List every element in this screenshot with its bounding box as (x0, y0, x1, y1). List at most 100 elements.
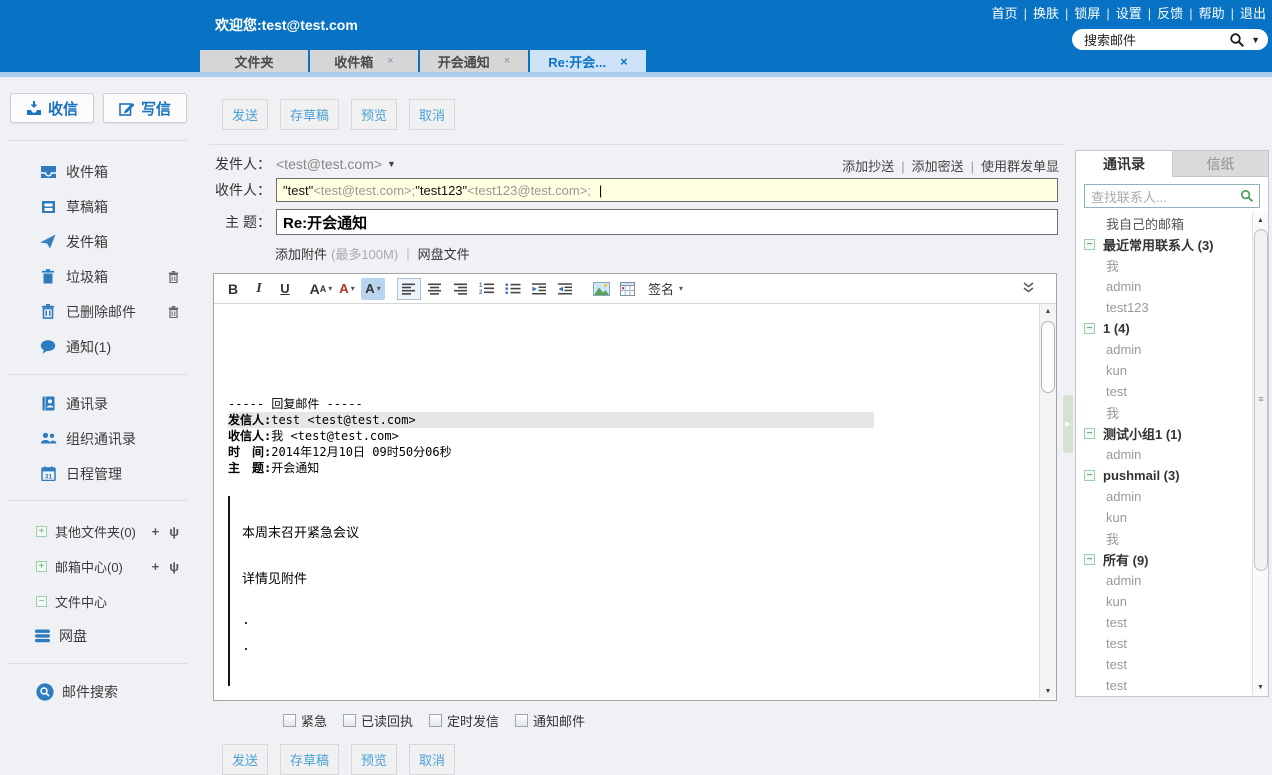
close-icon[interactable]: × (387, 55, 393, 67)
indent-button[interactable] (527, 278, 551, 300)
scheduled-send-checkbox[interactable]: 定时发信 (429, 711, 499, 730)
contact-item[interactable]: admin (1076, 486, 1268, 507)
scrollbar-thumb[interactable]: ≡ (1254, 229, 1268, 571)
outdent-button[interactable] (553, 278, 577, 300)
cancel-button[interactable]: 取消 (409, 744, 456, 775)
font-color-button[interactable]: A ▾ (335, 278, 359, 300)
contact-own-mailbox[interactable]: 我自己的邮箱 (1076, 213, 1268, 234)
add-attachment-link[interactable]: 添加附件 (275, 244, 327, 263)
search-icon[interactable] (1240, 189, 1254, 203)
nav-home[interactable]: 首页 (992, 6, 1033, 21)
collapse-minus-icon[interactable]: − (1084, 470, 1095, 481)
contact-group[interactable]: −1 (4) (1076, 318, 1268, 339)
insert-image-button[interactable] (589, 278, 613, 300)
expand-plus-icon[interactable]: + (36, 561, 47, 572)
collapse-minus-icon[interactable]: − (1084, 239, 1095, 250)
contact-item[interactable]: test (1076, 381, 1268, 402)
nav-skin[interactable]: 换肤 (1033, 6, 1074, 21)
contact-item[interactable]: admin (1076, 570, 1268, 591)
add-folder-icon[interactable]: + (152, 559, 160, 574)
scroll-down-icon[interactable]: ▼ (1253, 680, 1268, 695)
scrollbar-thumb[interactable] (1041, 321, 1055, 393)
contact-group[interactable]: − pushmail (3) (1076, 465, 1268, 486)
tab-meeting-notice[interactable]: 开会通知 × (420, 50, 528, 72)
search-dropdown-icon[interactable]: ▼ (1251, 35, 1260, 45)
contact-item[interactable]: kun (1076, 360, 1268, 381)
notification-mail-checkbox[interactable]: 通知邮件 (515, 711, 585, 730)
sidebar-item-junk[interactable]: 垃圾箱 (0, 259, 195, 294)
contact-group[interactable]: − 所有 (9) (1076, 549, 1268, 570)
scroll-up-icon[interactable]: ▲ (1040, 304, 1056, 319)
send-button[interactable]: 发送 (222, 99, 269, 130)
editor-body[interactable]: ----- 回复邮件 ----- 发信人:test <test@test.com… (214, 304, 1039, 699)
sidebar-item-org-contacts[interactable]: 组织通讯录 (0, 421, 195, 456)
to-field[interactable]: "test" <test@test.com>; "test123" <test1… (276, 178, 1058, 202)
sidebar-item-notifications[interactable]: 通知(1) (0, 329, 195, 364)
pin-icon[interactable]: ψ (169, 524, 179, 539)
mail-search-box[interactable]: 搜索邮件 ▼ (1072, 29, 1268, 50)
sidebar-item-calendar[interactable]: 31 日程管理 (0, 456, 195, 491)
tab-folders[interactable]: 文件夹 (200, 50, 308, 72)
pin-icon[interactable]: ψ (169, 559, 179, 574)
mass-send-link[interactable]: 使用群发单显 (981, 159, 1059, 174)
search-icon[interactable] (1229, 32, 1245, 48)
contact-item[interactable]: test (1076, 612, 1268, 633)
close-icon[interactable]: × (620, 54, 628, 69)
empty-trash-icon[interactable] (168, 305, 179, 318)
contact-item[interactable]: kun (1076, 591, 1268, 612)
netdisk-file-link[interactable]: 网盘文件 (418, 244, 470, 263)
italic-button[interactable]: I (247, 278, 271, 300)
sidebar-item-file-center[interactable]: − 文件中心 (0, 584, 195, 619)
contact-item[interactable]: test123 (1076, 297, 1268, 318)
sidebar-item-sent[interactable]: 发件箱 (0, 224, 195, 259)
highlight-color-button[interactable]: A ▾ (361, 277, 385, 300)
contact-search-input[interactable]: 查找联系人... (1084, 184, 1260, 208)
contact-item[interactable]: admin (1076, 339, 1268, 360)
contact-item[interactable]: test (1076, 675, 1268, 695)
align-left-button[interactable] (397, 277, 421, 300)
sidebar-item-other-folders[interactable]: + 其他文件夹(0) + ψ (0, 514, 195, 549)
contact-item[interactable]: 我 (1076, 255, 1268, 276)
sidebar-item-contacts[interactable]: 通讯录 (0, 386, 195, 421)
panel-collapse-handle[interactable]: ▶ (1063, 395, 1073, 453)
more-tools-icon[interactable] (1023, 282, 1034, 294)
contacts-scrollbar[interactable]: ▲ ≡ ▼ (1252, 213, 1268, 695)
tab-contacts[interactable]: 通讯录 (1076, 151, 1172, 177)
cancel-button[interactable]: 取消 (409, 99, 456, 130)
from-dropdown-icon[interactable]: ▼ (387, 159, 396, 169)
checkbox-icon[interactable] (343, 714, 357, 727)
align-center-button[interactable] (423, 278, 447, 300)
receive-mail-button[interactable]: 收信 (10, 93, 94, 123)
sidebar-item-netdisk[interactable]: 网盘 (0, 619, 195, 652)
font-size-button[interactable]: A A ▾ (309, 278, 333, 300)
collapse-minus-icon[interactable]: − (1084, 554, 1095, 565)
preview-button[interactable]: 预览 (351, 744, 398, 775)
ordered-list-button[interactable]: 12 (475, 278, 499, 300)
empty-trash-icon[interactable] (168, 270, 179, 283)
subject-field[interactable]: Re:开会通知 (276, 209, 1058, 235)
contact-item[interactable]: test (1076, 654, 1268, 675)
sidebar-item-mail-center[interactable]: + 邮箱中心(0) + ψ (0, 549, 195, 584)
contact-group[interactable]: − 最近常用联系人 (3) (1076, 234, 1268, 255)
nav-help[interactable]: 帮助 (1199, 6, 1240, 21)
close-icon[interactable]: × (504, 55, 510, 67)
mail-search-input[interactable]: 搜索邮件 (1084, 30, 1229, 49)
checkbox-icon[interactable] (283, 714, 296, 727)
send-button[interactable]: 发送 (222, 744, 269, 775)
contact-item[interactable]: admin (1076, 444, 1268, 465)
preview-button[interactable]: 预览 (351, 99, 398, 130)
nav-logout[interactable]: 退出 (1240, 6, 1266, 21)
unordered-list-button[interactable] (501, 278, 525, 300)
checkbox-icon[interactable] (515, 714, 529, 727)
read-receipt-checkbox[interactable]: 已读回执 (343, 711, 413, 730)
sidebar-item-inbox[interactable]: 收件箱 (0, 154, 195, 189)
collapse-minus-icon[interactable]: − (36, 596, 47, 607)
collapse-minus-icon[interactable]: − (1084, 428, 1095, 439)
from-value[interactable]: <test@test.com> (276, 156, 382, 172)
contact-item[interactable]: test (1076, 633, 1268, 654)
align-right-button[interactable] (449, 278, 473, 300)
scroll-up-icon[interactable]: ▲ (1253, 213, 1268, 228)
tab-reply-meeting[interactable]: Re:开会... × (530, 50, 646, 72)
save-draft-button[interactable]: 存草稿 (280, 99, 340, 130)
add-folder-icon[interactable]: + (152, 524, 160, 539)
